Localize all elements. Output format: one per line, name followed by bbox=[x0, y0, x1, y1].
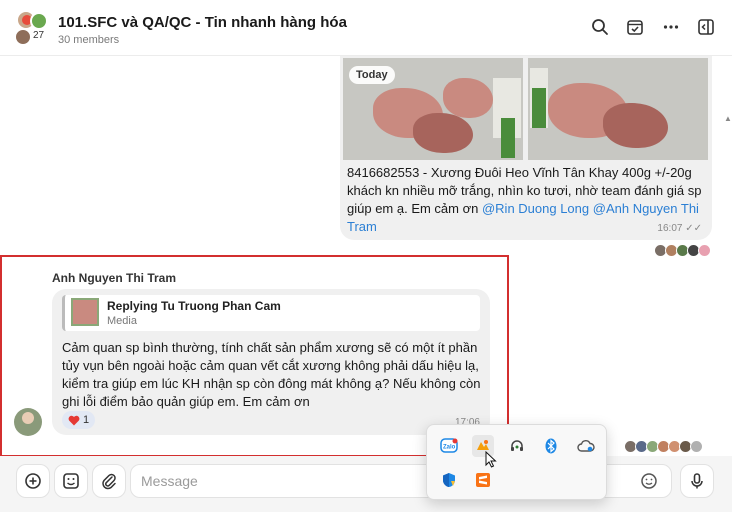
heart-icon bbox=[68, 415, 80, 425]
incoming-message[interactable]: Replying Tu Truong Phan Cam Media Cảm qu… bbox=[52, 289, 490, 435]
reply-type: Media bbox=[107, 315, 137, 327]
attach-button[interactable] bbox=[92, 464, 126, 498]
sublime-icon[interactable] bbox=[472, 469, 494, 491]
more-icon[interactable] bbox=[660, 16, 682, 38]
mention-link[interactable]: @Rin Duong Long bbox=[482, 201, 589, 216]
member-count[interactable]: 30 members bbox=[58, 34, 119, 46]
message-time: 16:07 ✓✓ bbox=[657, 223, 702, 234]
message-photo[interactable] bbox=[528, 58, 708, 160]
scroll-up-arrow-icon[interactable]: ▲ bbox=[724, 114, 732, 123]
outgoing-message[interactable]: Today 8416682553 - Xương Đuôi Heo Vĩnh T… bbox=[340, 56, 712, 240]
emoji-icon bbox=[641, 473, 657, 489]
add-icon bbox=[25, 473, 41, 489]
reply-thumbnail bbox=[71, 298, 99, 326]
headset-icon[interactable] bbox=[506, 435, 528, 457]
avatar-count: 27 bbox=[33, 30, 45, 41]
chat-header: 27 101.SFC và QA/QC - Tin nhanh hàng hóa… bbox=[0, 0, 732, 56]
photo-content bbox=[603, 103, 668, 148]
read-check-icon: ✓✓ bbox=[685, 223, 702, 234]
reader-avatar bbox=[690, 440, 703, 453]
photo-content bbox=[413, 113, 473, 153]
photo-content bbox=[443, 78, 493, 118]
reply-quote[interactable]: Replying Tu Truong Phan Cam Media bbox=[62, 295, 480, 331]
defender-icon[interactable] bbox=[438, 469, 460, 491]
reply-title: Replying Tu Truong Phan Cam bbox=[107, 299, 281, 313]
emoji-button[interactable] bbox=[636, 468, 662, 494]
sticker-icon bbox=[63, 473, 79, 489]
message-photo[interactable]: Today bbox=[343, 58, 523, 160]
bluetooth-icon[interactable] bbox=[540, 435, 562, 457]
composer-bar bbox=[0, 456, 732, 512]
photo-content bbox=[532, 88, 546, 128]
read-receipts[interactable] bbox=[654, 244, 711, 260]
mouse-cursor-icon bbox=[485, 451, 497, 468]
date-pill: Today bbox=[349, 66, 395, 84]
group-avatar[interactable]: 27 bbox=[14, 10, 50, 46]
sticker-button[interactable] bbox=[54, 464, 88, 498]
reaction-badge[interactable]: 1 bbox=[62, 411, 96, 429]
reader-avatar bbox=[698, 244, 711, 257]
reaction-count: 1 bbox=[83, 414, 90, 426]
photo-content bbox=[501, 118, 515, 158]
zalo-icon[interactable]: Zalo bbox=[438, 435, 460, 457]
sender-name[interactable]: Anh Nguyen Thi Tram bbox=[52, 271, 176, 285]
svg-text:Zalo: Zalo bbox=[443, 445, 456, 451]
member-avatar bbox=[30, 12, 48, 30]
group-title[interactable]: 101.SFC và QA/QC - Tin nhanh hàng hóa bbox=[58, 14, 347, 31]
member-avatar bbox=[14, 28, 32, 46]
add-button[interactable] bbox=[16, 464, 50, 498]
chat-area: Today 8416682553 - Xương Đuôi Heo Vĩnh T… bbox=[0, 56, 732, 506]
avatar[interactable] bbox=[14, 408, 42, 436]
search-icon[interactable] bbox=[589, 16, 611, 38]
message-text: 8416682553 - Xương Đuôi Heo Vĩnh Tân Kha… bbox=[347, 165, 702, 234]
system-tray-overflow: Zalo bbox=[426, 424, 607, 500]
read-receipts[interactable] bbox=[624, 440, 703, 456]
attach-icon bbox=[102, 473, 116, 490]
cloud-icon[interactable] bbox=[575, 435, 597, 457]
message-text: Cảm quan sp bình thường, tính chất sản p… bbox=[62, 340, 481, 409]
mic-button[interactable] bbox=[680, 464, 714, 498]
mic-icon bbox=[691, 473, 703, 489]
sidebar-toggle-icon[interactable] bbox=[695, 16, 717, 38]
calendar-check-icon[interactable] bbox=[624, 16, 646, 38]
